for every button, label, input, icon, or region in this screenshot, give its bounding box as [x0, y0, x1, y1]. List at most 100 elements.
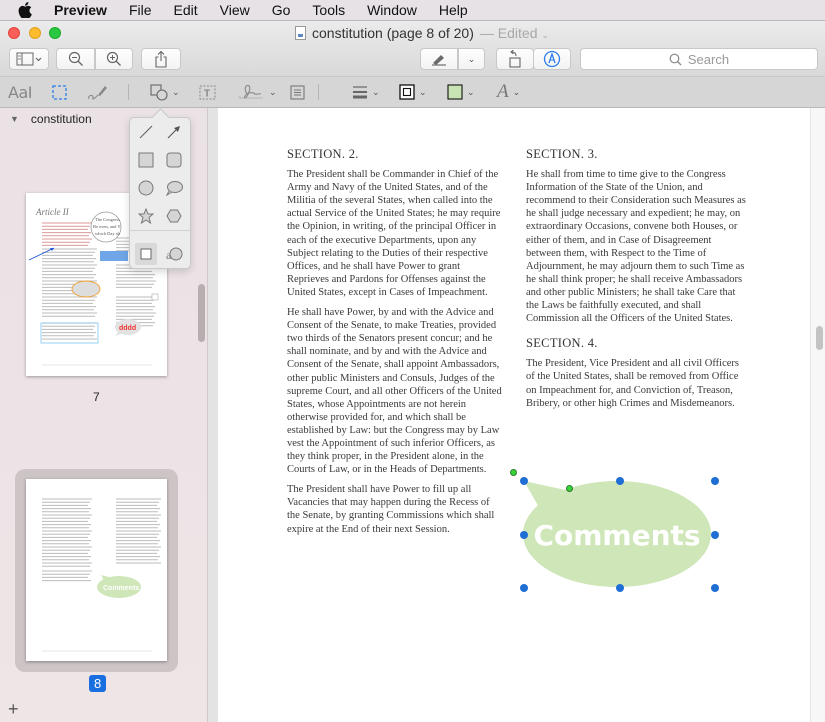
- toolbar-divider: [128, 84, 129, 100]
- resize-handle-bottom-right[interactable]: [711, 584, 719, 592]
- annotation-text[interactable]: Comments: [533, 519, 700, 552]
- resize-handle-left[interactable]: [520, 531, 528, 539]
- menu-help[interactable]: Help: [439, 2, 468, 18]
- signature-icon: ×: [238, 84, 263, 101]
- sketch-tool[interactable]: [86, 82, 108, 102]
- resize-handle-top-right[interactable]: [711, 477, 719, 485]
- svg-text:Article II: Article II: [35, 207, 70, 217]
- shapes-tool[interactable]: ⌄: [150, 82, 180, 102]
- section-heading: SECTION. 3.: [526, 147, 598, 161]
- menu-tools[interactable]: Tools: [312, 2, 345, 18]
- resize-handle-right[interactable]: [711, 531, 719, 539]
- document-scrollbar-thumb[interactable]: [816, 326, 823, 350]
- tail-tip-handle[interactable]: [510, 469, 517, 476]
- share-button[interactable]: [141, 48, 181, 70]
- svg-text:a: a: [166, 248, 172, 262]
- zoom-out-icon: [68, 51, 83, 66]
- shape-rectangle[interactable]: [135, 149, 157, 171]
- chevron-down-icon: ⌄: [269, 86, 277, 97]
- svg-text:The Congress: The Congress: [95, 217, 120, 222]
- rectangular-selection-tool[interactable]: [52, 82, 67, 102]
- menu-view[interactable]: View: [220, 2, 250, 18]
- menu-go[interactable]: Go: [272, 2, 291, 18]
- search-field[interactable]: Search: [580, 48, 818, 70]
- svg-text:Comments: Comments: [103, 585, 139, 592]
- rotate-button[interactable]: [496, 48, 534, 70]
- rectangle-icon: [138, 152, 154, 168]
- edited-status[interactable]: — Edited ⌄: [480, 25, 549, 41]
- shape-arrow[interactable]: [163, 121, 185, 143]
- document-scrollbar[interactable]: [810, 108, 825, 722]
- window-title-text: constitution (page 8 of 20): [312, 25, 474, 41]
- add-page-button[interactable]: +: [8, 700, 19, 718]
- svg-text:which Day sh: which Day sh: [95, 231, 120, 236]
- document-icon: [295, 26, 306, 40]
- resize-handle-bottom[interactable]: [616, 584, 624, 592]
- page-8-preview: Comments: [42, 498, 161, 652]
- sign-tool[interactable]: × ⌄: [237, 82, 277, 102]
- page-thumbnail-8[interactable]: Comments: [26, 479, 167, 661]
- section-heading: SECTION. 2.: [287, 147, 359, 161]
- paragraph: He shall have Power, by and with the Adv…: [287, 307, 502, 476]
- highlight-options-button[interactable]: ⌄: [458, 48, 485, 70]
- maximize-window-button[interactable]: [49, 27, 61, 39]
- toolbar-divider: [318, 84, 319, 100]
- menu-window[interactable]: Window: [367, 2, 417, 18]
- speech-bubble-icon: [165, 181, 183, 196]
- text-box-icon: T: [199, 85, 216, 99]
- rounded-rectangle-icon: [166, 152, 182, 168]
- zoom-in-icon: [106, 51, 121, 66]
- hexagon-icon: [166, 209, 182, 223]
- close-window-button[interactable]: [8, 27, 20, 39]
- line-style-icon: [353, 86, 367, 99]
- resize-handle-top-left[interactable]: [520, 477, 528, 485]
- border-color-tool[interactable]: ⌄: [399, 82, 427, 102]
- apple-menu-icon[interactable]: [18, 2, 38, 18]
- shape-loupe[interactable]: a: [163, 243, 185, 265]
- shape-mask[interactable]: [135, 243, 157, 265]
- resize-handle-bottom-left[interactable]: [520, 584, 528, 592]
- window-titlebar: constitution (page 8 of 20) — Edited ⌄ ⌄: [0, 21, 825, 77]
- zoom-out-button[interactable]: [56, 48, 95, 70]
- page-label-8: 8: [89, 675, 107, 692]
- document-name: constitution: [30, 112, 92, 126]
- sidebar-view-button[interactable]: [9, 48, 49, 70]
- markup-toolbar-button[interactable]: [533, 48, 571, 70]
- menu-file[interactable]: File: [129, 2, 152, 18]
- search-icon: [669, 53, 682, 65]
- disclosure-triangle-icon[interactable]: ▼: [10, 114, 19, 124]
- search-placeholder: Search: [687, 51, 730, 67]
- chevron-down-icon: ⌄: [419, 86, 427, 97]
- svg-text:dddd: dddd: [119, 325, 136, 332]
- shapes-popover: a: [129, 117, 191, 269]
- minimize-window-button[interactable]: [29, 27, 41, 39]
- menu-edit[interactable]: Edit: [174, 2, 198, 18]
- menu-preview[interactable]: Preview: [54, 2, 107, 18]
- page-column-right: SECTION. 3. He shall from time to time g…: [526, 147, 748, 417]
- arrow-icon: [167, 126, 180, 139]
- loupe-icon: a: [166, 247, 183, 262]
- fill-color-tool[interactable]: ⌄: [447, 82, 475, 102]
- highlight-button[interactable]: [420, 48, 458, 70]
- shape-speech-bubble[interactable]: [163, 177, 185, 199]
- sidebar-divider[interactable]: [208, 108, 218, 722]
- text-selection-tool[interactable]: AaI: [8, 82, 32, 102]
- window-title: constitution (page 8 of 20) — Edited ⌄: [295, 25, 549, 41]
- text-style-tool[interactable]: A ⌄: [497, 81, 520, 102]
- shape-line[interactable]: [135, 121, 157, 143]
- document-outline-header[interactable]: ▼ constitution: [10, 112, 92, 126]
- sidebar-scrollbar[interactable]: [198, 284, 205, 342]
- highlighter-icon: [432, 55, 446, 66]
- shape-style-tool[interactable]: ⌄: [352, 82, 380, 102]
- shape-oval[interactable]: [135, 177, 157, 199]
- zoom-in-button[interactable]: [95, 48, 133, 70]
- shape-star[interactable]: [135, 205, 157, 227]
- tail-base-handle[interactable]: [566, 485, 573, 492]
- popover-divider: [130, 230, 190, 231]
- sidebar-icon: [16, 52, 42, 66]
- note-tool[interactable]: [290, 82, 305, 102]
- text-box-tool[interactable]: T: [199, 82, 216, 102]
- resize-handle-top[interactable]: [616, 477, 624, 485]
- shape-polygon[interactable]: [163, 205, 185, 227]
- shape-rounded-rectangle[interactable]: [163, 149, 185, 171]
